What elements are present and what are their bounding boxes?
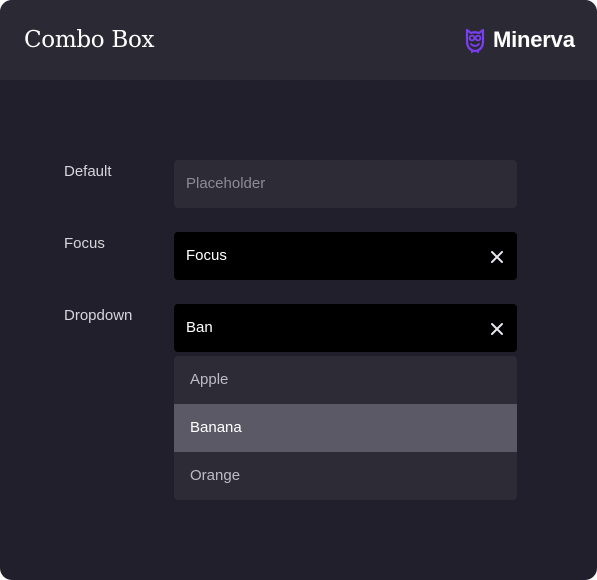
default-combo-input[interactable]: Placeholder (174, 160, 517, 208)
focus-row-label: Focus (64, 235, 105, 252)
header: Combo Box Minerva (0, 0, 597, 80)
dropdown-option-orange[interactable]: Orange (174, 452, 517, 500)
dropdown-row-label: Dropdown (64, 307, 133, 324)
combo-box-panel: Combo Box Minerva Default Placeholder Fo… (0, 0, 597, 580)
page-title: Combo Box (24, 27, 155, 53)
default-row-label: Default (64, 163, 112, 180)
dropdown-combo-input[interactable]: Ban (174, 304, 517, 352)
close-icon[interactable] (490, 249, 504, 263)
brand-name: Minerva (493, 27, 575, 52)
dropdown-combo-value: Ban (186, 319, 213, 336)
close-icon[interactable] (490, 321, 504, 335)
dropdown-option-apple[interactable]: Apple (174, 356, 517, 404)
owl-icon (463, 27, 487, 53)
dropdown-options-list: Apple Banana Orange (174, 356, 517, 500)
focus-combo-value: Focus (186, 247, 227, 264)
dropdown-option-banana[interactable]: Banana (174, 404, 517, 452)
focus-combo-input[interactable]: Focus (174, 232, 517, 280)
option-label: Banana (190, 419, 242, 436)
option-label: Apple (190, 371, 229, 388)
default-combo-placeholder: Placeholder (186, 175, 266, 192)
option-label: Orange (190, 467, 241, 484)
